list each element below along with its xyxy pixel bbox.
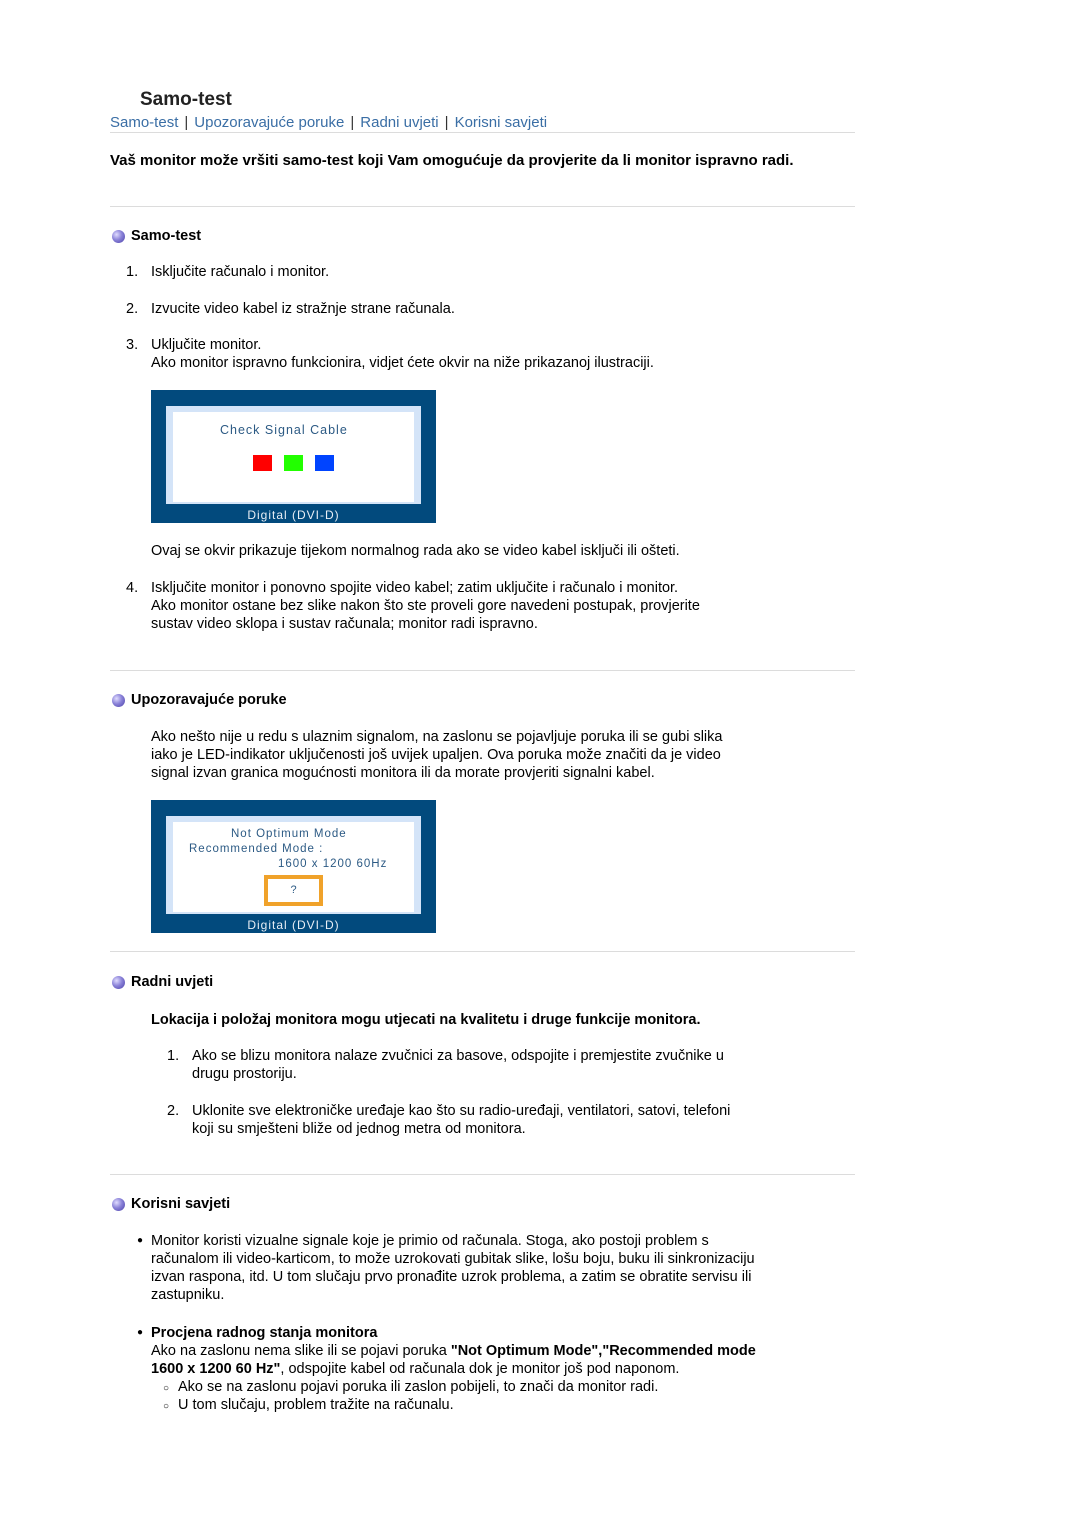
- list-number: 2.: [167, 1103, 180, 1119]
- paragraph-line: iako je LED-indikator uključenosti još u…: [151, 747, 721, 763]
- intro-text: Vaš monitor može vršiti samo-test koji V…: [110, 152, 794, 169]
- list-text: Isključite monitor i ponovno spojite vid…: [151, 580, 679, 596]
- nav-link-radni-uvjeti[interactable]: Radni uvjeti: [360, 114, 438, 131]
- list-text-extra: Ako monitor ispravno funkcionira, vidjet…: [151, 355, 654, 371]
- text-run-bold: "Not Optimum Mode","Recommended mode: [450, 1343, 756, 1359]
- divider: [110, 951, 855, 952]
- nav-link-upozoravajuce-poruke[interactable]: Upozoravajuće poruke: [194, 114, 344, 131]
- list-text: Uključite monitor.: [151, 337, 262, 353]
- list-number: 1.: [167, 1048, 180, 1064]
- illustration-caption: Ovaj se okvir prikazuje tijekom normalno…: [151, 543, 680, 559]
- nav-separator: |: [184, 114, 189, 131]
- tips-bullet-item: ● Procjena radnog stanja monitora Ako na…: [137, 1324, 857, 1414]
- list-text: Isključite računalo i monitor.: [151, 264, 330, 280]
- divider: [110, 1174, 855, 1175]
- list-text: Ako se blizu monitora nalaze zvučnici za…: [192, 1048, 724, 1064]
- section-heading-samo-test: Samo-test: [110, 228, 201, 244]
- sub-bullet-circle-icon: ○: [163, 1401, 170, 1412]
- list-text: Uklonite sve elektroničke uređaje kao št…: [192, 1103, 731, 1119]
- list-number: 1.: [126, 264, 139, 280]
- paragraph-line: 1600 x 1200 60 Hz", odspojite kabel od r…: [151, 1360, 857, 1378]
- tip-title: Procjena radnog stanja monitora: [151, 1325, 378, 1341]
- list-text: koji su smješteni bliže od jednog metra …: [192, 1121, 526, 1137]
- osd-message: Check Signal Cable: [220, 423, 348, 437]
- bullet-orb-icon: [112, 229, 125, 243]
- paragraph: Monitor koristi vizualne signale koje je…: [151, 1232, 857, 1304]
- monitor-screen: Not Optimum Mode Recommended Mode : 1600…: [173, 822, 414, 912]
- section-heading-text: Samo-test: [131, 228, 202, 244]
- bullet-dot-icon: ●: [137, 1235, 144, 1246]
- nav-link-korisni-savjeti[interactable]: Korisni savjeti: [455, 114, 548, 131]
- paragraph-line: Ako na zaslonu nema slike ili se pojavi …: [151, 1342, 857, 1360]
- section-heading-text: Korisni savjeti: [131, 1196, 231, 1212]
- section-heading-text: Radni uvjeti: [131, 974, 214, 990]
- bullet-dot-icon: ●: [137, 1327, 144, 1338]
- list-number: 2.: [126, 301, 139, 317]
- bullet-orb-icon: [112, 1197, 125, 1211]
- nav-separator: |: [444, 114, 449, 131]
- list-text: sustav video sklopa i sustav računala; m…: [151, 616, 538, 632]
- list-number: 4.: [126, 580, 139, 596]
- paragraph: Procjena radnog stanja monitora Ako na z…: [151, 1324, 857, 1414]
- bullet-orb-icon: [112, 693, 125, 707]
- list-number: 3.: [126, 337, 139, 353]
- paragraph-line: računalom ili video-karticom, to može uz…: [151, 1251, 755, 1267]
- nav-separator: |: [350, 114, 355, 131]
- osd-question-box: ?: [264, 875, 323, 906]
- sub-bullet-item: ○ U tom slučaju, problem tražite na raču…: [151, 1396, 857, 1414]
- osd-line-1: Not Optimum Mode: [231, 828, 347, 840]
- blue-square: [315, 455, 334, 471]
- list-text: Ako monitor ostane bez slike nakon što s…: [151, 598, 700, 614]
- paragraph-line: zastupniku.: [151, 1287, 225, 1303]
- section-heading-radni-uvjeti: Radni uvjeti: [110, 974, 213, 990]
- check-signal-illustration: Check Signal Cable Digital (DVI-D): [151, 390, 436, 523]
- osd-footer: Digital (DVI-D): [247, 508, 340, 522]
- monitor-screen: Check Signal Cable: [173, 412, 414, 502]
- paragraph-line: Monitor koristi vizualne signale koje je…: [151, 1233, 709, 1249]
- section-heading-upozoravajuce-poruke: Upozoravajuće poruke: [110, 692, 287, 708]
- divider: [110, 670, 855, 671]
- sub-bullet-item: ○ Ako se na zaslonu pojavi poruka ili za…: [151, 1378, 857, 1396]
- osd-line-3: 1600 x 1200 60Hz: [278, 858, 388, 870]
- list-text: drugu prostoriju.: [192, 1066, 297, 1082]
- sub-bullet-text: U tom slučaju, problem tražite na računa…: [178, 1397, 454, 1413]
- section-nav: Samo-test | Upozoravajuće poruke | Radni uvj…: [110, 114, 547, 131]
- paragraph-line: signal izvan granica mogućnosti monitora…: [151, 765, 655, 781]
- paragraph-line: izvan raspona, itd. U tom slučaju prvo p…: [151, 1269, 752, 1285]
- not-optimum-mode-illustration: Not Optimum Mode Recommended Mode : 1600…: [151, 800, 436, 933]
- sub-bullet-text: Ako se na zaslonu pojavi poruka ili zasl…: [178, 1379, 659, 1395]
- tips-bullet-item: ● Monitor koristi vizualne signale koje …: [137, 1232, 857, 1304]
- section-heading-text: Upozoravajuće poruke: [131, 692, 287, 708]
- paragraph-line: Ako nešto nije u redu s ulaznim signalom…: [151, 729, 723, 745]
- text-run-bold: 1600 x 1200 60 Hz": [151, 1361, 281, 1377]
- text-run: , odspojite kabel od računala dok je mon…: [280, 1361, 680, 1377]
- divider: [110, 132, 855, 133]
- divider: [110, 206, 855, 207]
- conditions-bold-line: Lokacija i položaj monitora mogu utjecat…: [151, 1012, 701, 1028]
- nav-link-samo-test[interactable]: Samo-test: [110, 114, 178, 131]
- text-run: Ako na zaslonu nema slike ili se pojavi …: [151, 1343, 451, 1359]
- green-square: [284, 455, 303, 471]
- page-title: Samo-test: [140, 89, 232, 110]
- osd-line-2: Recommended Mode :: [189, 843, 324, 855]
- bullet-orb-icon: [112, 975, 125, 989]
- list-text: Izvucite video kabel iz stražnje strane …: [151, 301, 455, 317]
- osd-footer: Digital (DVI-D): [247, 918, 340, 932]
- section-heading-korisni-savjeti: Korisni savjeti: [110, 1196, 230, 1212]
- red-square: [253, 455, 272, 471]
- paragraph: Ako nešto nije u redu s ulaznim signalom…: [151, 728, 722, 782]
